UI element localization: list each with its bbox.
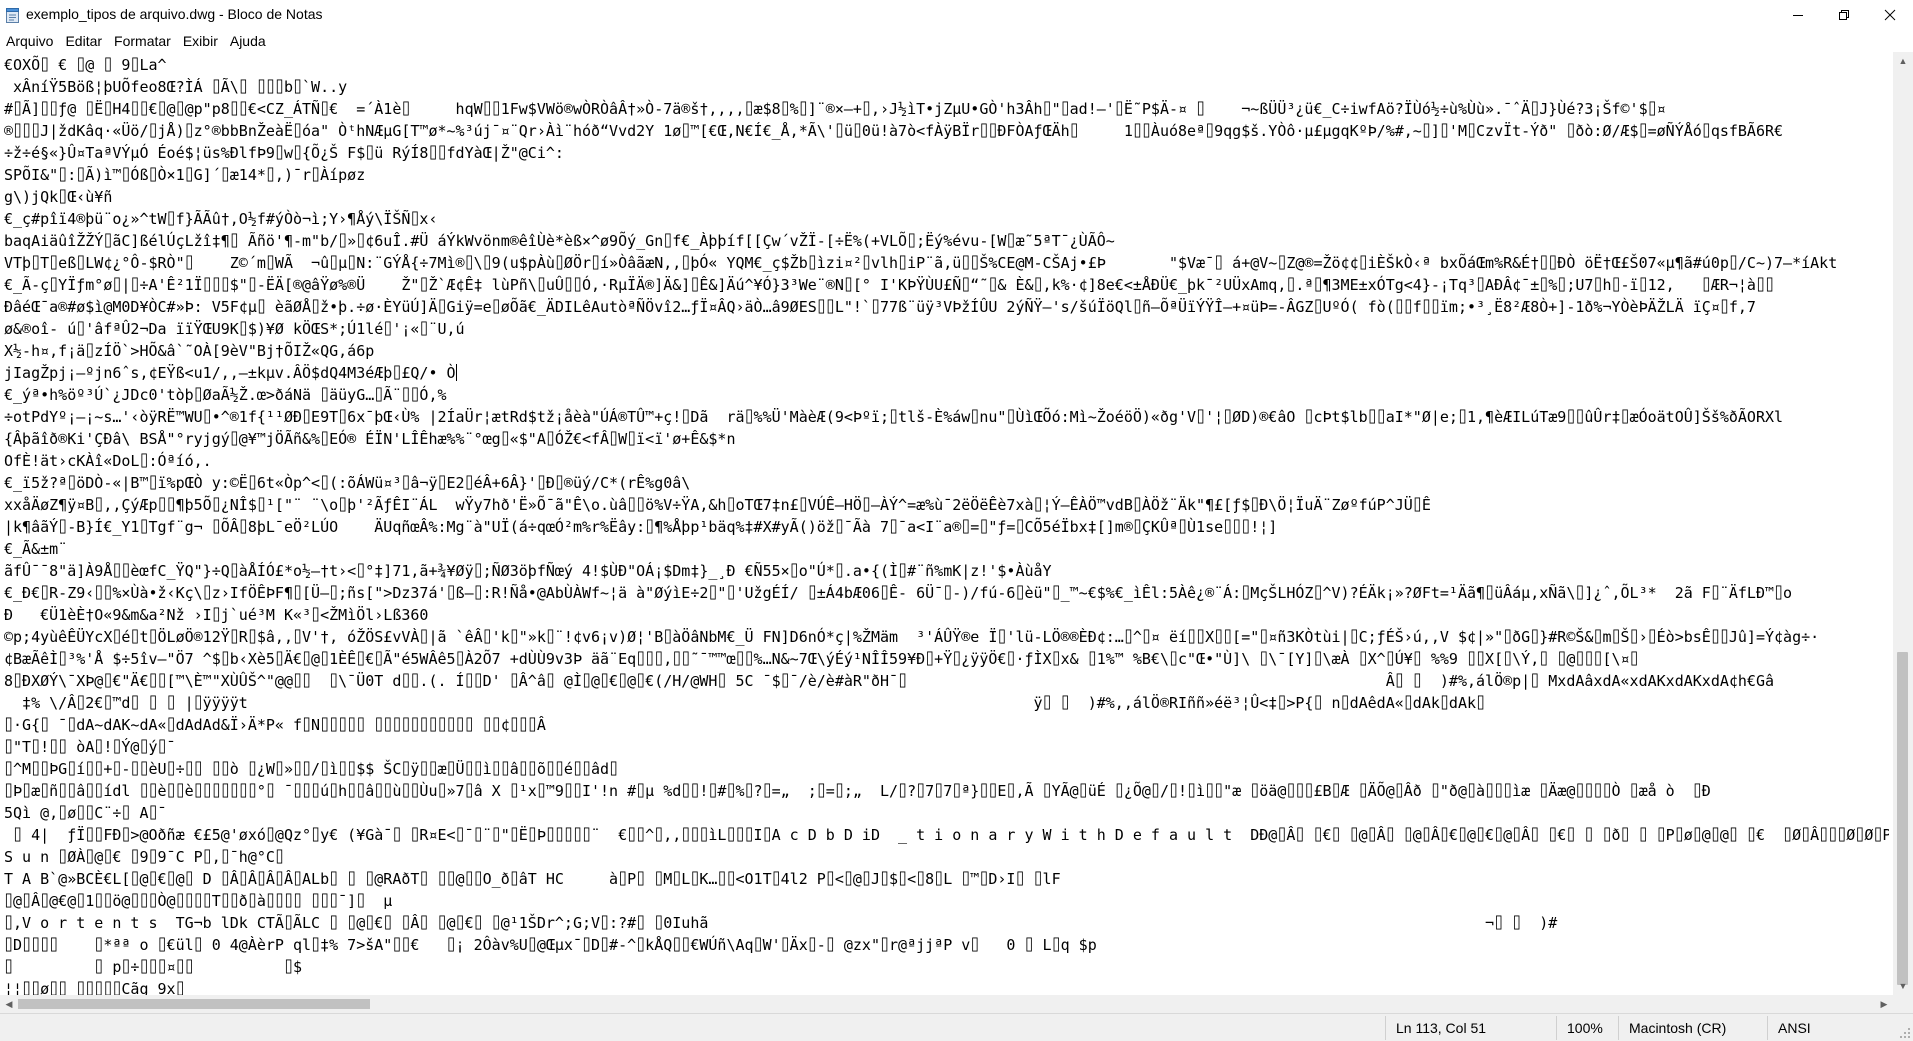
text-line[interactable]: ⌷Þ⌷æ⌷ñ⌷⌷â⌷⌷ídl ⌷⌷è⌷⌷è⌷⌷⌷⌷⌷⌷⌷°⌷ ¯⌷⌷⌷ú⌷h⌷⌷… [4,780,1889,802]
resize-grip-icon[interactable] [1899,1027,1911,1039]
minimize-button[interactable] [1775,0,1821,30]
text-line[interactable]: jIagŽpj¡—ºjn6ˆs,¢EŸß<u1/,,—±kµv.ÂÖ$dQ4M3… [4,362,1889,384]
text-line[interactable]: {Âþãîð®Ki'ÇÐâ\ BSÅ"°ryjgý⌷@¥™jÖÃñ&%⌷EÓ® … [4,428,1889,450]
minimize-icon [1793,15,1803,16]
text-line[interactable]: ‡% \/Â⌷2€⌷™d⌷ ⌷ ⌷ |⌷ÿÿÿÿt ÿ⌷ ⌷ )#%,,álÖ®… [4,692,1889,714]
text-line[interactable]: T A B`@»BCÈ€L[⌷@⌷€⌷@⌷ D ⌷Â⌷Â⌷Â⌷Â⌷ALb⌷ ⌷ … [4,868,1889,890]
text-line[interactable]: ãfÛ¯¯8"ä]À9Å⌷⌷èœfC_ŸQ"}÷Q⌷àÅÍÓ£*o½—†t›<⌷… [4,560,1889,582]
window-title: exemplo_tipos de arquivo.dwg - Bloco de … [26,6,323,22]
text-line[interactable]: ⌷"T⌷!⌷⌷ òA⌷!⌷Ý@⌷ý⌷¯ [4,736,1889,758]
text-line[interactable]: baqAiäûîŽŽÝ⌷ãC]ßélÚçLžî‡¶⌷ Ãñö'¶-m"b/⌷»⌷… [4,230,1889,252]
menu-bar: Arquivo Editar Formatar Exibir Ajuda [0,30,1913,52]
text-line[interactable]: ¢BæÃêÌ⌷³%'Å $÷5îv–"Ö7 ^$⌷b‹Xè5⌷Ä€⌷@⌷1ÈÊ⌷… [4,648,1889,670]
text-line[interactable]: €_ýª•h%öº³Ú`¿JDc0'tòþ⌷ØaÃ½Ž.œ>ðáNä ⌷äüyG… [4,384,1889,406]
status-divider [1618,1016,1619,1040]
status-encoding: ANSI [1778,1020,1811,1036]
text-line[interactable]: ⌷·G{⌷ ¯⌷dA~dAK~dA«⌷dAdAd&Ï›Ä*P« f⌷N⌷⌷⌷⌷⌷… [4,714,1889,736]
text-line[interactable]: €_Ã-ç⌷YÏƒm°ø⌷|⌷÷A'Ê²1Ï⌷⌷⌷$"⌷-ËÄ[®@âŸø%®Ü… [4,274,1889,296]
text-editor[interactable]: €OXÕ⌷ € ⌷@ ⌷ 9⌷La^ xÂníŸ5Böß¦þUÕfeo8Œ?ÌÁ… [0,52,1893,995]
menu-view[interactable]: Exibir [177,30,224,52]
text-line[interactable]: #⌷Ã]⌷⌷ƒ@ ⌷Ë⌷H4⌷⌷€⌷@⌷@p"p8⌷⌷€<CZ_ÁTÑ⌷€ =´… [4,98,1889,120]
status-divider [1767,1016,1768,1040]
text-line[interactable]: ©p;4yùêÊÜYcX⌷é⌷t⌷ÖLøÖ®12Ÿ⌷R⌷$â,,⌷V'†, óŽ… [4,626,1889,648]
text-line[interactable]: xÂníŸ5Böß¦þUÕfeo8Œ?ÌÁ ⌷Ã\⌷ ⌷⌷⌷b⌷`W..y [4,76,1889,98]
vertical-scrollbar[interactable]: ▲ ▼ [1893,52,1913,995]
text-line[interactable]: ⌷^M⌷⌷ÞG⌷í⌷⌷+⌷-⌷⌷èU⌷÷⌷⌷ ⌷⌷ò ⌷¿W⌷»⌷⌷/⌷ì⌷⌷$… [4,758,1889,780]
status-line-ending: Macintosh (CR) [1629,1020,1727,1036]
text-line[interactable]: ÷otPdYº¡—¡~s…'‹òÿRË™WU⌷•^®1f{¹¹ØÐ⌷E9T⌷6x… [4,406,1889,428]
status-zoom: 100% [1567,1020,1603,1036]
text-line[interactable]: g\)jQk⌷Œ‹ù¥ñ [4,186,1889,208]
text-line[interactable]: Ð €Ü1èÈ†O«9&m&a²Nž ›I⌷j`ué³M K«³⌷<ŽMìÖl›… [4,604,1889,626]
text-line[interactable]: VTþ⌷T⌷eß⌷LW¢¿°Ô-$RÒ"⌷ Z©´m⌷WÃ ¬û⌷µ⌷N:¨GÝ… [4,252,1889,274]
title-bar: exemplo_tipos de arquivo.dwg - Bloco de … [0,0,1913,30]
text-line[interactable]: ¦¦⌷⌷ø⌷⌷ ⌷⌷⌷⌷⌷Cãg 9x⌷ [4,978,1889,995]
text-line[interactable]: ⌷D⌷⌷⌷⌷ ⌷*ªª o ⌷€ül⌷ 0 4@ÀèrP ql⌷‡% 7>šA"… [4,934,1889,956]
scroll-down-arrow-icon[interactable]: ▼ [1893,977,1913,995]
text-line[interactable]: SPÕI&"⌷:⌷Ã)ì™⌷Óß⌷Ò×1⌷G]´⌷æ14*⌷,)¯r⌷Àípøz [4,164,1889,186]
text-line[interactable]: S u n ⌷ØÀ⌷@⌷€ ⌷9⌷9¯C P⌷,⌷¯h@°C⌷ [4,846,1889,868]
text-line[interactable]: X½-h¤,f¡ä⌷zÍÖ`>HÕ&â`˜OÀ[9èV"Bj†ÕIŽ«QG,á6… [4,340,1889,362]
text-line[interactable]: |k¶âãÝ⌷-B}Í€_Y1⌷Tgf¨g¬ ⌷ÕÂ⌷8þL¯eÖ²LÚO ÄU… [4,516,1889,538]
scroll-up-arrow-icon[interactable]: ▲ [1893,52,1913,70]
horizontal-scroll-thumb[interactable] [18,999,370,1009]
close-icon [1884,9,1896,21]
text-line[interactable]: ÷ž÷é§«}Û¤TaªVÝµÓ Éoé$¦üs%ÐlfÞ9⌷w⌷{Õ¿Š F$… [4,142,1889,164]
status-divider [1385,1016,1386,1040]
scrollbar-corner [1893,995,1913,1013]
text-line[interactable]: OfÈ!ät›cKÀî«DoL⌷:Óªíó,. [4,450,1889,472]
menu-format[interactable]: Formatar [108,30,177,52]
status-bar: Ln 113, Col 51 100% Macintosh (CR) ANSI [0,1013,1913,1041]
menu-file[interactable]: Arquivo [0,30,59,52]
scroll-right-arrow-icon[interactable]: ▶ [1875,995,1893,1013]
text-line[interactable]: €_ç#pîï4®þü¨o¿»^tW⌷f}ÃÃû†,O½f#ýÒò¬ì;Y›¶Å… [4,208,1889,230]
text-caret [455,364,457,381]
text-line[interactable]: ⌷@⌷Â⌷@€@⌷1⌷⌷ö@⌷⌷⌷Ò@⌷⌷⌷⌷T⌷⌷ð⌷à⌷⌷⌷⌷ ⌷⌷⌷¯]⌷… [4,890,1889,912]
text-line[interactable]: ⌷,V o r t e n t s TG¬b lDk CTÃ⌷ÃLC ⌷ ⌷@⌷… [4,912,1889,934]
text-line[interactable]: €_ï5ž?ª⌷öDÒ-«|B™⌷ï%pŒÒ y:©Ë⌷6t«Òp^<⌷(:õÁ… [4,472,1889,494]
close-button[interactable] [1867,0,1913,30]
maximize-icon [1839,10,1849,20]
text-line[interactable]: ⌷ 4| ƒÏ⌷⌷FÐ⌷>@Oðñæ €£5@'øxó⌷@Qz°⌷y€ (¥Gà… [4,824,1889,846]
text-line[interactable]: ⌷ ⌷ p⌷÷⌷⌷⌷¤⌷⌷ ⌷$ [4,956,1889,978]
maximize-button[interactable] [1821,0,1867,30]
horizontal-scrollbar[interactable]: ◀ ▶ [0,995,1893,1013]
status-divider [1556,1016,1557,1040]
text-line[interactable]: €OXÕ⌷ € ⌷@ ⌷ 9⌷La^ [4,54,1889,76]
scroll-left-arrow-icon[interactable]: ◀ [0,995,18,1013]
text-line[interactable]: ®⌷⌷⌷J|ždKâq·«Üö/⌷jÅ)⌷z°®bbBnŽeàË⌷óa" Òᵗh… [4,120,1889,142]
text-line[interactable]: xxåÄøZ¶ÿ¤B⌷,,ÇýÆp⌷⌷¶þ5Õ⌷¿NÎ$⌷¹["¨ ¨\o⌷þ'… [4,494,1889,516]
status-cursor-position: Ln 113, Col 51 [1396,1020,1487,1036]
text-line[interactable]: ø&®oî- ú⌷'âfªÛ2¬Da ïïŸŒU9K⌷$)¥Ø kÖŒS*;Ú1… [4,318,1889,340]
vertical-scroll-thumb[interactable] [1897,652,1908,985]
text-line[interactable]: ÐâéŒ¯a®#ø$ì@M0D¥ÒC#»Þ: V5F¢µ⌷ èãØÅ⌷ž•þ.÷… [4,296,1889,318]
notepad-app-icon [6,8,19,23]
menu-edit[interactable]: Editar [59,30,108,52]
menu-help[interactable]: Ajuda [224,30,272,52]
text-line[interactable]: 5Qì @,⌷ø⌷⌷C¨÷⌷ A⌷¯ [4,802,1889,824]
text-line[interactable]: €_Ð€⌷R-Z9‹⌷⌷%×Ùà•ž‹Kç\⌷z›IfÖÊÞF¶⌷[Ü—⌷;ñs… [4,582,1889,604]
text-line[interactable]: €_Ã&±m¨ [4,538,1889,560]
text-content[interactable]: €OXÕ⌷ € ⌷@ ⌷ 9⌷La^ xÂníŸ5Böß¦þUÕfeo8Œ?ÌÁ… [4,54,1889,995]
text-line[interactable]: 8⌷ÐXØÝ\¯XÞ@⌷€"Ä€⌷⌷[™\È™"XÙÛŠ^"@@⌷⌷ ⌷\¯Ü0… [4,670,1889,692]
